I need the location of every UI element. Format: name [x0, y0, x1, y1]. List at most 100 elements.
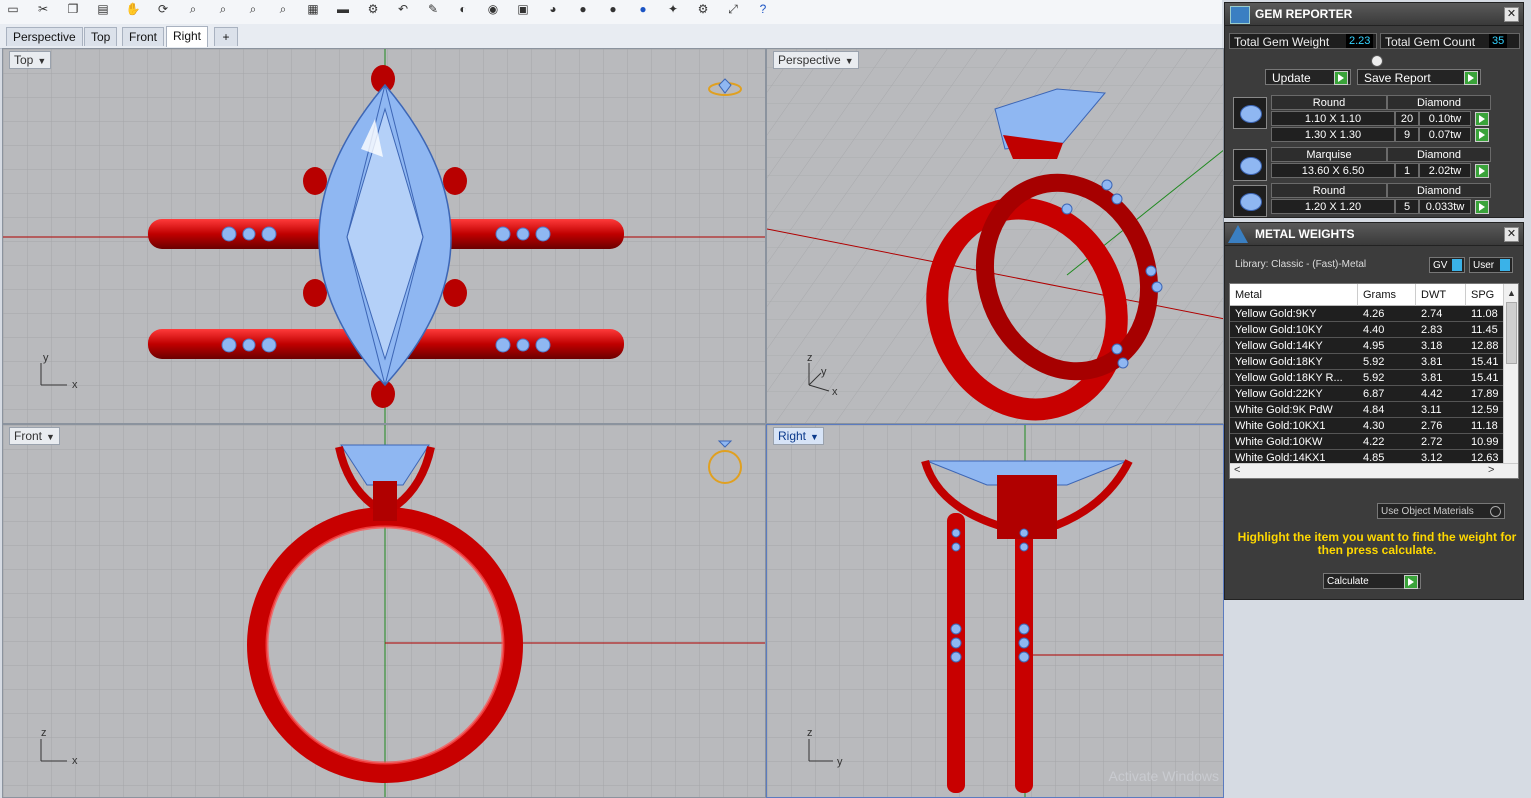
viewport-top[interactable]: yx Top ▼ — [2, 48, 766, 424]
cut-icon[interactable]: ✂ — [32, 0, 54, 18]
viewport-front[interactable]: zx Front ▼ — [2, 424, 766, 798]
column-header-spg[interactable]: SPG — [1466, 284, 1506, 306]
light-icon[interactable]: ◐ — [452, 0, 474, 18]
chevron-down-icon[interactable]: ▼ — [845, 53, 854, 69]
render-icon[interactable]: ▣ — [512, 0, 534, 18]
gem-shape: Round — [1271, 95, 1387, 110]
play-icon — [1404, 575, 1418, 589]
gem-reporter-title: GEM REPORTER — [1255, 7, 1353, 21]
paste-icon[interactable]: ▤ — [92, 0, 114, 18]
viewport-label-front[interactable]: Front ▼ — [9, 427, 60, 445]
table-cell: 3.81 — [1421, 372, 1443, 384]
svg-text:x: x — [832, 386, 838, 398]
user-button[interactable]: User — [1469, 257, 1513, 273]
column-header-grams[interactable]: Grams — [1358, 284, 1416, 306]
color-wheel-icon[interactable]: ◕ — [542, 0, 564, 18]
tab-top[interactable]: Top — [84, 27, 118, 46]
pointer-icon[interactable]: ▭ — [2, 0, 24, 18]
flask-icon — [1228, 225, 1248, 243]
metal-weights-panel: METAL WEIGHTS ✕ Library: Classic - (Fast… — [1224, 222, 1524, 600]
column-header-dwt[interactable]: DWT — [1416, 284, 1466, 306]
zoom-window-icon[interactable]: ⌕ — [212, 0, 234, 18]
metal-weights-header[interactable]: METAL WEIGHTS ✕ — [1225, 223, 1523, 246]
right-view-canvas[interactable]: z y Activate Windows — [767, 425, 1224, 798]
properties-icon[interactable]: ✎ — [422, 0, 444, 18]
tab-front[interactable]: Front — [122, 27, 165, 46]
horizontal-scrollbar[interactable]: < > — [1230, 463, 1518, 478]
table-cell: Yellow Gold:22KY — [1235, 388, 1323, 400]
pan-icon[interactable]: ✋ — [122, 0, 144, 18]
total-weight-label: Total Gem Weight — [1234, 35, 1330, 49]
viewport-label-top[interactable]: Top ▼ — [9, 51, 52, 69]
close-icon[interactable]: ✕ — [1504, 227, 1519, 242]
viewport-label-right[interactable]: Right ▼ — [773, 427, 824, 445]
chevron-down-icon[interactable]: ▼ — [46, 429, 55, 445]
sphere-blue-icon[interactable]: ● — [632, 0, 654, 18]
viewport-tabs: Perspective Top Front Right + — [0, 24, 1222, 49]
calculate-button[interactable]: Calculate — [1323, 573, 1421, 589]
tab-right[interactable]: Right — [166, 26, 209, 47]
total-gem-weight-field: Total Gem Weight 2.23 — [1229, 33, 1377, 49]
update-button[interactable]: Update — [1265, 69, 1351, 85]
zoom-extents-icon[interactable]: ⌕ — [242, 0, 264, 18]
slider-handle[interactable] — [1371, 55, 1383, 67]
gem-reporter-header[interactable]: GEM REPORTER ✕ — [1225, 3, 1523, 26]
display-mode-icon[interactable]: ◉ — [482, 0, 504, 18]
top-view-canvas[interactable]: yx — [3, 49, 766, 424]
gem-shape: Marquise — [1271, 147, 1387, 162]
add-tab-button[interactable]: + — [214, 27, 238, 46]
svg-text:y: y — [837, 756, 843, 768]
gem-size: 1.20 X 1.20 — [1271, 199, 1395, 214]
table-cell: 4.30 — [1363, 420, 1385, 432]
car-icon[interactable]: ▬ — [332, 0, 354, 18]
table-cell: 11.18 — [1471, 420, 1498, 432]
tab-perspective[interactable]: Perspective — [6, 27, 83, 46]
copy-icon[interactable]: ❐ — [62, 0, 84, 18]
gem-weight: 2.02tw — [1419, 163, 1471, 178]
select-gem-button[interactable] — [1475, 164, 1489, 178]
viewport-perspective[interactable]: z xy Perspective ▼ — [766, 48, 1224, 424]
select-gem-button[interactable] — [1475, 112, 1489, 126]
watermark: Activate Windows — [1109, 768, 1219, 784]
play-icon — [1464, 71, 1478, 85]
undo-icon[interactable]: ↶ — [392, 0, 414, 18]
column-header-metal[interactable]: Metal — [1230, 284, 1358, 306]
rotate-icon[interactable]: ⟳ — [152, 0, 174, 18]
viewport-label-perspective[interactable]: Perspective ▼ — [773, 51, 859, 69]
vertical-scrollbar[interactable]: ▲ — [1503, 284, 1518, 464]
settings-icon[interactable]: ⚙ — [362, 0, 384, 18]
wand-icon[interactable]: ✦ — [662, 0, 684, 18]
zoom-icon[interactable]: ⌕ — [182, 0, 204, 18]
transform-icon[interactable]: ⤢ — [722, 0, 744, 18]
total-gem-count-field: Total Gem Count 35 — [1380, 33, 1520, 49]
metal-table[interactable]: Metal Grams DWT SPG Yellow Gold:9KY 4.26 2… — [1229, 283, 1519, 479]
front-view-canvas[interactable]: zx — [3, 425, 766, 798]
use-object-materials-checkbox[interactable]: Use Object Materials — [1377, 503, 1505, 519]
chevron-right-icon[interactable]: > — [1488, 464, 1494, 476]
chevron-down-icon[interactable]: ▼ — [810, 429, 819, 445]
sphere-gray-icon[interactable]: ● — [602, 0, 624, 18]
gem-size: 1.10 X 1.10 — [1271, 111, 1395, 126]
help-icon[interactable]: ? — [752, 0, 774, 18]
viewport-right[interactable]: z y Activate Windows Right ▼ — [766, 424, 1224, 798]
select-gem-button[interactable] — [1475, 200, 1489, 214]
gem-count: 5 — [1395, 199, 1419, 214]
sphere-icon[interactable]: ● — [572, 0, 594, 18]
gem-weight: 0.10tw — [1419, 111, 1471, 126]
gv-button[interactable]: GV — [1429, 257, 1465, 273]
chevron-left-icon[interactable]: < — [1234, 464, 1240, 476]
table-cell: 3.11 — [1421, 404, 1442, 416]
perspective-view-canvas[interactable]: z xy — [767, 49, 1224, 424]
close-icon[interactable]: ✕ — [1504, 7, 1519, 22]
chevron-down-icon[interactable]: ▼ — [37, 53, 46, 69]
table-cell: Yellow Gold:9KY — [1235, 308, 1317, 320]
table-cell: 2.74 — [1421, 308, 1443, 320]
table-cell: 11.08 — [1471, 308, 1498, 320]
table-cell: White Gold:9K PdW — [1235, 404, 1333, 416]
select-gem-button[interactable] — [1475, 128, 1489, 142]
grid-icon[interactable]: ▦ — [302, 0, 324, 18]
gears-icon[interactable]: ⚙ — [692, 0, 714, 18]
save-report-button[interactable]: Save Report — [1357, 69, 1481, 85]
table-cell: 12.88 — [1471, 340, 1499, 352]
zoom-selected-icon[interactable]: ⌕ — [272, 0, 294, 18]
